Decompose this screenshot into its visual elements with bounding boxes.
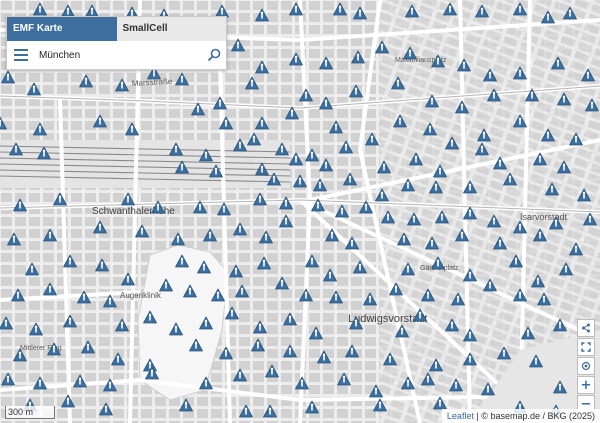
attribution: Leaflet | © basemap.de / BKG (2025)	[441, 409, 600, 423]
leaflet-link[interactable]: Leaflet	[447, 411, 474, 421]
search-bar	[7, 41, 226, 69]
search-panel: EMF Karte SmallCell	[6, 16, 227, 70]
attribution-text: | © basemap.de / BKG (2025)	[476, 411, 595, 421]
share-icon[interactable]	[577, 319, 595, 337]
locate-icon[interactable]	[577, 357, 595, 375]
map-label: Augenklinik	[120, 291, 162, 300]
tab-emf-karte[interactable]: EMF Karte	[7, 17, 117, 41]
scale-bar: 300 m	[5, 406, 55, 419]
map-label: Isarvorstadt	[520, 212, 568, 222]
search-icon[interactable]	[202, 41, 226, 69]
search-input[interactable]	[35, 49, 202, 61]
zoom-in-button[interactable]: +	[577, 376, 595, 394]
fullscreen-icon[interactable]	[577, 338, 595, 356]
tab-smallcell[interactable]: SmallCell	[116, 17, 226, 41]
menu-icon[interactable]	[7, 41, 35, 69]
tab-bar: EMF Karte SmallCell	[7, 17, 226, 41]
